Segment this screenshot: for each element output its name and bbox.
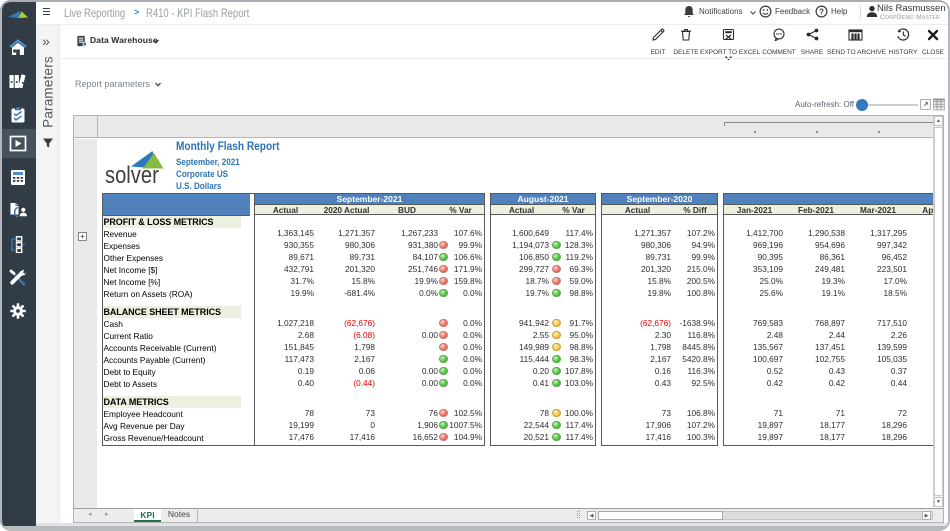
svg-text:?: ? xyxy=(819,7,824,16)
